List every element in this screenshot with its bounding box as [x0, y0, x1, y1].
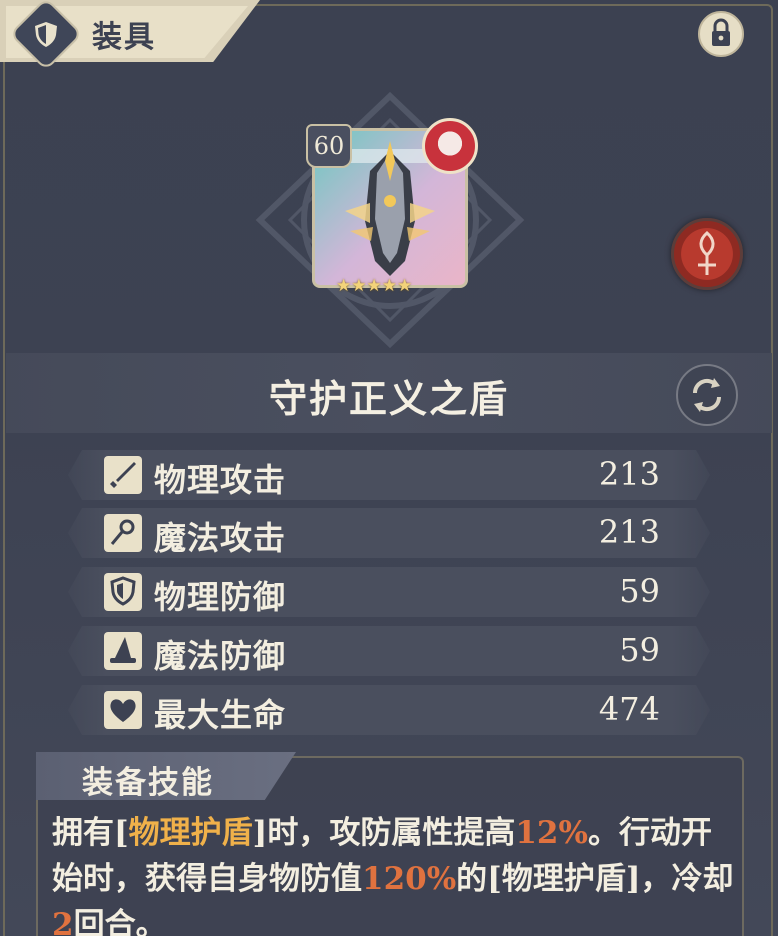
stat-value: 59	[619, 572, 660, 610]
skill-description: 拥有[物理护盾]时，攻防属性提高12%。行动开始时，获得自身物防值120%的[物…	[52, 810, 742, 936]
page-title: 装具	[92, 20, 156, 55]
stat-value: 213	[598, 455, 660, 493]
header: 装具	[0, 0, 778, 71]
wizard-hat-icon	[104, 632, 142, 670]
stat-label: 最大生命	[154, 696, 287, 734]
skill-text: 的[物理护盾]，冷却	[456, 861, 734, 897]
wand-icon	[104, 514, 142, 552]
heart-icon	[104, 691, 142, 729]
faction-emblem-icon	[698, 231, 716, 275]
stat-value: 474	[598, 690, 660, 728]
swap-arrows-icon	[692, 378, 722, 412]
item-star-rating: ★★★★★	[336, 276, 413, 296]
lock-button[interactable]	[698, 11, 744, 57]
lock-icon	[712, 18, 730, 46]
stat-value: 59	[619, 631, 660, 669]
skill-title: 装备技能	[82, 765, 214, 801]
stat-label: 物理防御	[154, 578, 287, 616]
swap-button[interactable]	[676, 364, 738, 426]
skill-value: 12%	[515, 815, 588, 851]
skill-value: 120%	[362, 861, 457, 897]
equipment-panel: 装具 60 ★★★★★ 守护正义之盾 物理攻击 213 魔法攻击 213 物理防…	[0, 0, 778, 936]
stat-value: 213	[598, 513, 660, 551]
stat-label: 魔法防御	[154, 637, 287, 675]
sword-icon	[104, 456, 142, 494]
character-avatar[interactable]	[422, 118, 478, 174]
shield-icon	[104, 573, 142, 611]
item-level-badge: 60	[306, 124, 352, 168]
skill-text: ]时，攻防属性提高	[252, 815, 516, 851]
stat-label: 物理攻击	[154, 461, 287, 499]
skill-value: 2	[52, 907, 74, 936]
faction-emblem-button[interactable]	[671, 218, 743, 290]
item-name: 守护正义之盾	[268, 376, 509, 421]
stat-label: 魔法攻击	[154, 519, 287, 557]
skill-text: 回合。	[73, 907, 167, 936]
skill-text: 拥有[	[52, 815, 129, 851]
skill-keyword: 物理护盾	[128, 815, 253, 851]
